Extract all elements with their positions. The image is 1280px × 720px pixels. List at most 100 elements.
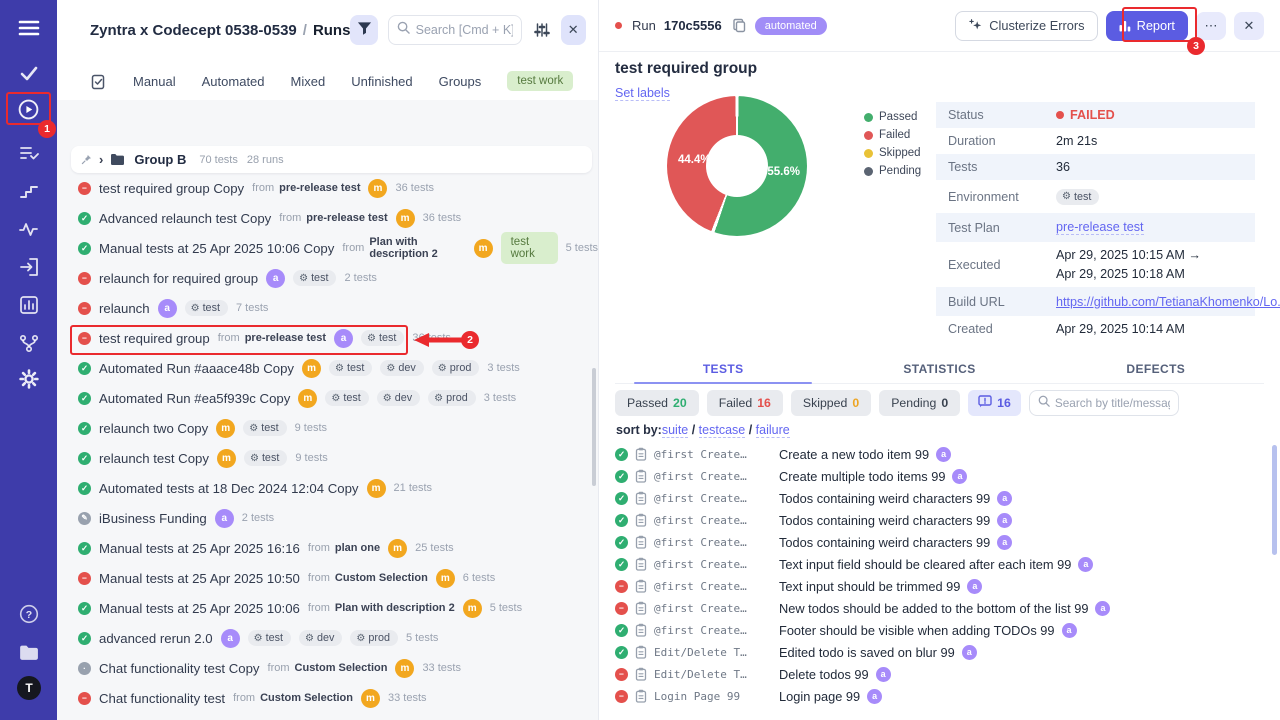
sidebar-item-analytics-icon[interactable] xyxy=(0,292,57,318)
passed-status-icon: ✓ xyxy=(78,602,91,615)
run-tests-count: 6 tests xyxy=(463,572,495,584)
test-row[interactable]: ✓@first Create…Todos containing weird ch… xyxy=(599,531,1280,553)
run-row[interactable]: ✓Manual tests at 25 Apr 2025 10:06 Copyf… xyxy=(57,233,598,263)
help-icon[interactable]: ? xyxy=(0,601,57,627)
comments-filter[interactable]: 16 xyxy=(968,390,1021,416)
tests-search[interactable] xyxy=(1029,390,1179,416)
projects-folder-icon[interactable] xyxy=(0,639,57,665)
sidebar-item-activity-icon[interactable] xyxy=(0,216,57,242)
filter-pending[interactable]: Pending0 xyxy=(879,390,960,416)
sort-by-testcase[interactable]: testcase xyxy=(699,423,746,438)
run-row[interactable]: −test required group Copyfrompre-release… xyxy=(57,173,598,203)
more-actions-button[interactable]: ⋯ xyxy=(1196,12,1226,40)
sidebar-item-runs-play-icon[interactable] xyxy=(0,96,57,122)
test-title: Todos containing weird characters 99 xyxy=(779,491,990,506)
sort-by-failure[interactable]: failure xyxy=(756,423,790,438)
group-tests-count: 70 tests xyxy=(199,154,238,166)
run-row[interactable]: ✓Automated Run #aaace48b Copym⚙test⚙dev⚙… xyxy=(57,353,598,383)
close-runs-panel-button[interactable]: ✕ xyxy=(561,15,587,45)
select-runs-icon[interactable] xyxy=(90,73,107,90)
gear-icon: ⚙ xyxy=(249,423,258,434)
sidebar-item-checks-icon[interactable] xyxy=(0,60,57,86)
test-row[interactable]: ✓@first Create…Text input field should b… xyxy=(599,553,1280,575)
tab-mixed[interactable]: Mixed xyxy=(291,74,326,89)
run-row[interactable]: ✓Automated tests at 18 Dec 2024 12:04 Co… xyxy=(57,473,598,503)
report-button[interactable]: Report xyxy=(1106,11,1188,41)
test-row[interactable]: ✓@first Create…Create a new todo item 99… xyxy=(599,443,1280,465)
test-row[interactable]: −@first Create…New todos should be added… xyxy=(599,597,1280,619)
chevron-right-icon[interactable]: › xyxy=(99,153,103,166)
menu-icon[interactable] xyxy=(0,15,57,41)
filter-failed[interactable]: Failed16 xyxy=(707,390,783,416)
svg-text:?: ? xyxy=(25,609,31,621)
run-row[interactable]: ✓Manual tests at 25 Apr 2025 10:06fromPl… xyxy=(57,593,598,623)
adjustments-icon[interactable] xyxy=(532,18,552,42)
test-plan-link[interactable]: pre-release test xyxy=(1056,220,1144,235)
sort-by-suite[interactable]: suite xyxy=(662,423,688,438)
sidebar-item-settings-gear-icon[interactable] xyxy=(0,366,57,392)
clipboard-icon xyxy=(635,557,647,571)
runs-search-input[interactable] xyxy=(416,23,513,37)
test-title: Create a new todo item 99 xyxy=(779,447,929,462)
run-row[interactable]: −Manual tests at 25 Apr 2025 10:50fromCu… xyxy=(57,563,598,593)
filter-button[interactable] xyxy=(350,15,377,45)
run-row[interactable]: ✓Advanced relaunch test Copyfrompre-rele… xyxy=(57,203,598,233)
test-row[interactable]: ✓@first Create…Todos containing weird ch… xyxy=(599,509,1280,531)
test-row[interactable]: ✓@first Create…Footer should be visible … xyxy=(599,619,1280,641)
legend-item: Skipped xyxy=(864,144,921,162)
failed-status-icon: − xyxy=(78,572,91,585)
tab-defects[interactable]: DEFECTS xyxy=(1048,356,1264,383)
clusterize-errors-button[interactable]: Clusterize Errors xyxy=(955,11,1097,41)
user-avatar[interactable]: T xyxy=(17,676,41,700)
test-row[interactable]: −@first Create…Text input should be trim… xyxy=(599,575,1280,597)
sidebar-item-milestones-icon[interactable] xyxy=(0,178,57,204)
set-labels-link[interactable]: Set labels xyxy=(615,86,670,101)
test-row[interactable]: −Edit/Delete T…Delete todos 99a xyxy=(599,663,1280,685)
run-row[interactable]: ✓relaunch two Copym⚙test9 tests xyxy=(57,413,598,443)
test-row[interactable]: ✓Edit/Delete T…Edited todo is saved on b… xyxy=(599,641,1280,663)
run-row[interactable]: −Chat functionality testfromCustom Selec… xyxy=(57,683,598,713)
tab-automated[interactable]: Automated xyxy=(202,74,265,89)
sidebar-item-pulls-icon[interactable] xyxy=(0,254,57,280)
tab-unfinished[interactable]: Unfinished xyxy=(351,74,412,89)
run-row[interactable]: ✓relaunch test Copym⚙test9 tests xyxy=(57,443,598,473)
test-filters: Passed20 Failed16 Skipped0 Pending0 16 xyxy=(615,390,1179,416)
draft-status-icon: ✎ xyxy=(78,512,91,525)
run-row[interactable]: ✓advanced rerun 2.0a⚙test⚙dev⚙prod5 test… xyxy=(57,623,598,653)
tab-manual[interactable]: Manual xyxy=(133,74,176,89)
test-row[interactable]: ✓@first Create…Todos containing weird ch… xyxy=(599,487,1280,509)
build-url-link[interactable]: https://github.com/TetianaKhomenko/Lo... xyxy=(1056,295,1280,309)
run-row[interactable]: ✓Manual tests at 25 Apr 2025 16:16frompl… xyxy=(57,533,598,563)
runs-search[interactable] xyxy=(388,15,522,45)
close-details-button[interactable]: ✕ xyxy=(1234,12,1264,40)
run-row[interactable]: −relaunch for required groupa⚙test2 test… xyxy=(57,263,598,293)
tab-statistics[interactable]: STATISTICS xyxy=(831,356,1047,383)
test-suite-name: @first Create… xyxy=(654,448,772,461)
env-name: dev xyxy=(395,392,412,404)
sidebar-item-branches-icon[interactable] xyxy=(0,330,57,356)
right-scrollbar-thumb[interactable] xyxy=(1272,445,1277,555)
test-row[interactable]: −Login Page 99Login page 99a xyxy=(599,685,1280,707)
sidebar-item-suites-icon[interactable] xyxy=(0,140,57,166)
test-row[interactable]: ✓@first Create…Create multiple todo item… xyxy=(599,465,1280,487)
run-row[interactable]: −relauncha⚙test7 tests xyxy=(57,293,598,323)
filter-skipped[interactable]: Skipped0 xyxy=(791,390,871,416)
tab-badge-test-work[interactable]: test work xyxy=(507,71,573,91)
run-row[interactable]: ✎iBusiness Fundinga2 tests xyxy=(57,503,598,533)
owner-badge: m xyxy=(388,539,407,558)
tab-tests[interactable]: TESTS xyxy=(615,356,831,383)
group-row[interactable]: › Group B 70 tests 28 runs xyxy=(71,146,592,173)
copy-run-id-button[interactable] xyxy=(732,18,747,33)
run-row[interactable]: ·Chat functionality test CopyfromCustom … xyxy=(57,653,598,683)
tab-groups[interactable]: Groups xyxy=(439,74,482,89)
env-badge: ⚙test xyxy=(243,420,286,436)
tests-search-input[interactable] xyxy=(1055,396,1170,410)
run-plan-name: plan one xyxy=(335,542,380,554)
run-row[interactable]: −test required groupfrompre-release test… xyxy=(57,323,598,353)
sort-separator: / xyxy=(745,423,755,437)
project-title[interactable]: Zyntra x Codecept 0538-0539 xyxy=(90,22,297,39)
filter-passed[interactable]: Passed20 xyxy=(615,390,699,416)
run-row[interactable]: ✓Automated Run #ea5f939c Copym⚙test⚙dev⚙… xyxy=(57,383,598,413)
test-suite-name: Edit/Delete T… xyxy=(654,668,772,681)
left-scrollbar-thumb[interactable] xyxy=(592,368,596,486)
